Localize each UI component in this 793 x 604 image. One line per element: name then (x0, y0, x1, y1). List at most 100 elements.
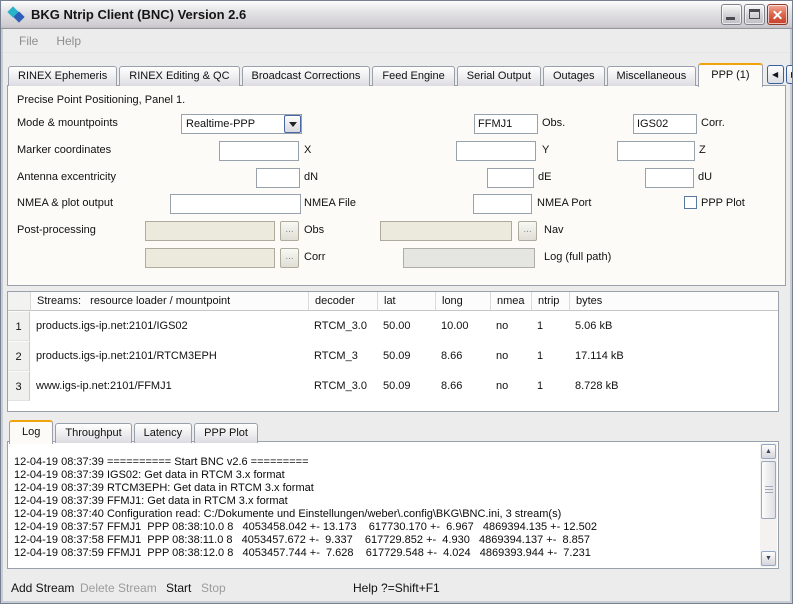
cell-nmea: no (490, 371, 531, 401)
mode-select-value: Realtime-PPP (182, 118, 284, 130)
table-row[interactable]: 3 www.igs-ip.net:2101/FFMJ1 RTCM_3.0 50.… (8, 371, 778, 401)
log-scrollbar[interactable]: ▲ ▼ (760, 443, 777, 567)
log-line: 12-04-19 08:37:40 Configuration read: C:… (14, 508, 758, 521)
tab-ppp-plot[interactable]: PPP Plot (194, 423, 258, 443)
ppp-plot-checkbox[interactable] (684, 196, 697, 209)
header-nmea: nmea (490, 292, 531, 311)
cell-bytes: 17.114 kB (569, 341, 778, 371)
window-controls (721, 4, 788, 25)
scroll-down-icon[interactable]: ▼ (761, 551, 776, 566)
header-long: long (435, 292, 490, 311)
tab-throughput[interactable]: Throughput (55, 423, 131, 443)
menu-file[interactable]: File (10, 31, 47, 51)
add-stream-button[interactable]: Add Stream (11, 581, 74, 595)
antenna-du-input[interactable] (645, 168, 694, 188)
header-bytes: bytes (569, 292, 778, 311)
bottom-bar: Add Stream Delete Stream Start Stop Help… (1, 575, 792, 602)
nmea-plot-output-label: NMEA & plot output (17, 197, 113, 209)
antenna-dn-label: dN (304, 171, 318, 183)
nmea-file-input[interactable] (170, 194, 301, 214)
corr-label: Corr. (701, 117, 725, 129)
tab-outages[interactable]: Outages (543, 66, 605, 86)
cell-long: 10.00 (435, 311, 490, 341)
tab-scroll-buttons: ◀ ▶ (765, 65, 793, 86)
nmea-port-input[interactable] (473, 194, 532, 214)
nmea-file-label: NMEA File (304, 197, 356, 209)
delete-stream-button: Delete Stream (80, 581, 157, 595)
cell-ntrip: 1 (531, 371, 569, 401)
table-row[interactable]: 1 products.igs-ip.net:2101/IGS02 RTCM_3.… (8, 311, 778, 341)
tab-scroll-right-icon[interactable]: ▶ (786, 65, 793, 84)
maximize-icon (749, 9, 760, 19)
panel-tab-bar: RINEX Ephemeris RINEX Editing & QC Broad… (8, 61, 785, 86)
log-line: 12-04-19 08:37:58 FFMJ1 PPP 08:38:11.0 8… (14, 534, 758, 547)
tab-log[interactable]: Log (9, 420, 53, 444)
cell-mountpoint: www.igs-ip.net:2101/FFMJ1 (30, 371, 308, 401)
cell-bytes: 8.728 kB (569, 371, 778, 401)
scroll-up-icon[interactable]: ▲ (761, 444, 776, 459)
tab-scroll-left-icon[interactable]: ◀ (767, 65, 784, 84)
log-tab-bar: Log Throughput Latency PPP Plot (9, 418, 785, 443)
cell-lat: 50.00 (377, 311, 435, 341)
corr-mountpoint-input[interactable] (633, 114, 697, 134)
post-obs-label: Obs (304, 224, 324, 236)
antenna-de-input[interactable] (487, 168, 534, 188)
post-obs-input (145, 221, 275, 241)
post-corr-input (145, 248, 275, 268)
minimize-button[interactable] (721, 4, 742, 25)
post-nav-label: Nav (544, 224, 564, 236)
marker-y-input[interactable] (456, 141, 536, 161)
cell-lat: 50.09 (377, 371, 435, 401)
tab-serial-output[interactable]: Serial Output (457, 66, 541, 86)
header-mountpoint: Streams: resource loader / mountpoint (30, 292, 308, 311)
window-title: BKG Ntrip Client (BNC) Version 2.6 (31, 7, 721, 22)
post-nav-browse-button[interactable]: ... (518, 221, 537, 241)
antenna-de-label: dE (538, 171, 551, 183)
row-number: 2 (8, 341, 30, 371)
tab-broadcast-corrections[interactable]: Broadcast Corrections (242, 66, 371, 86)
streams-table-header: Streams: resource loader / mountpoint de… (8, 292, 778, 311)
marker-x-input[interactable] (219, 141, 299, 161)
marker-y-label: Y (542, 144, 549, 156)
cell-nmea: no (490, 341, 531, 371)
row-number: 1 (8, 311, 30, 341)
tab-latency[interactable]: Latency (134, 423, 193, 443)
log-line: 12-04-19 08:37:59 FFMJ1 PPP 08:38:12.0 8… (14, 547, 758, 560)
cell-bytes: 5.06 kB (569, 311, 778, 341)
tab-ppp-1[interactable]: PPP (1) (698, 63, 762, 87)
marker-z-input[interactable] (617, 141, 695, 161)
menu-help[interactable]: Help (47, 31, 90, 51)
log-line: 12-04-19 08:37:39 IGS02: Get data in RTC… (14, 469, 758, 482)
post-obs-browse-button[interactable]: ... (280, 221, 299, 241)
title-bar[interactable]: BKG Ntrip Client (BNC) Version 2.6 (1, 1, 792, 29)
app-icon (8, 6, 26, 24)
streams-table: Streams: resource loader / mountpoint de… (7, 291, 779, 412)
marker-coordinates-label: Marker coordinates (17, 144, 111, 156)
tab-rinex-ephemeris[interactable]: RINEX Ephemeris (8, 66, 117, 86)
table-row[interactable]: 2 products.igs-ip.net:2101/RTCM3EPH RTCM… (8, 341, 778, 371)
close-button[interactable] (767, 4, 788, 25)
antenna-dn-input[interactable] (256, 168, 300, 188)
scrollbar-thumb[interactable] (761, 461, 776, 519)
menu-bar: File Help (4, 29, 789, 53)
tab-miscellaneous[interactable]: Miscellaneous (607, 66, 697, 86)
post-log-input (403, 248, 535, 268)
cell-mountpoint: products.igs-ip.net:2101/IGS02 (30, 311, 308, 341)
log-output[interactable]: 12-04-19 08:37:39 ========== Start BNC v… (7, 441, 779, 569)
post-corr-browse-button[interactable]: ... (280, 248, 299, 268)
combo-dropdown-icon[interactable] (284, 115, 301, 133)
post-nav-input (380, 221, 512, 241)
mode-select[interactable]: Realtime-PPP (181, 114, 302, 134)
marker-x-label: X (304, 144, 311, 156)
tab-rinex-editing-qc[interactable]: RINEX Editing & QC (119, 66, 239, 86)
start-button[interactable]: Start (166, 581, 191, 595)
maximize-button[interactable] (744, 4, 765, 25)
header-num (8, 292, 30, 311)
tab-feed-engine[interactable]: Feed Engine (372, 66, 454, 86)
post-corr-label: Corr (304, 251, 325, 263)
scrollbar-grip-icon (765, 486, 773, 494)
ppp-plot-label: PPP Plot (701, 197, 745, 209)
cell-lat: 50.09 (377, 341, 435, 371)
ppp-panel: Precise Point Positioning, Panel 1. Mode… (7, 85, 786, 286)
obs-mountpoint-input[interactable] (474, 114, 538, 134)
